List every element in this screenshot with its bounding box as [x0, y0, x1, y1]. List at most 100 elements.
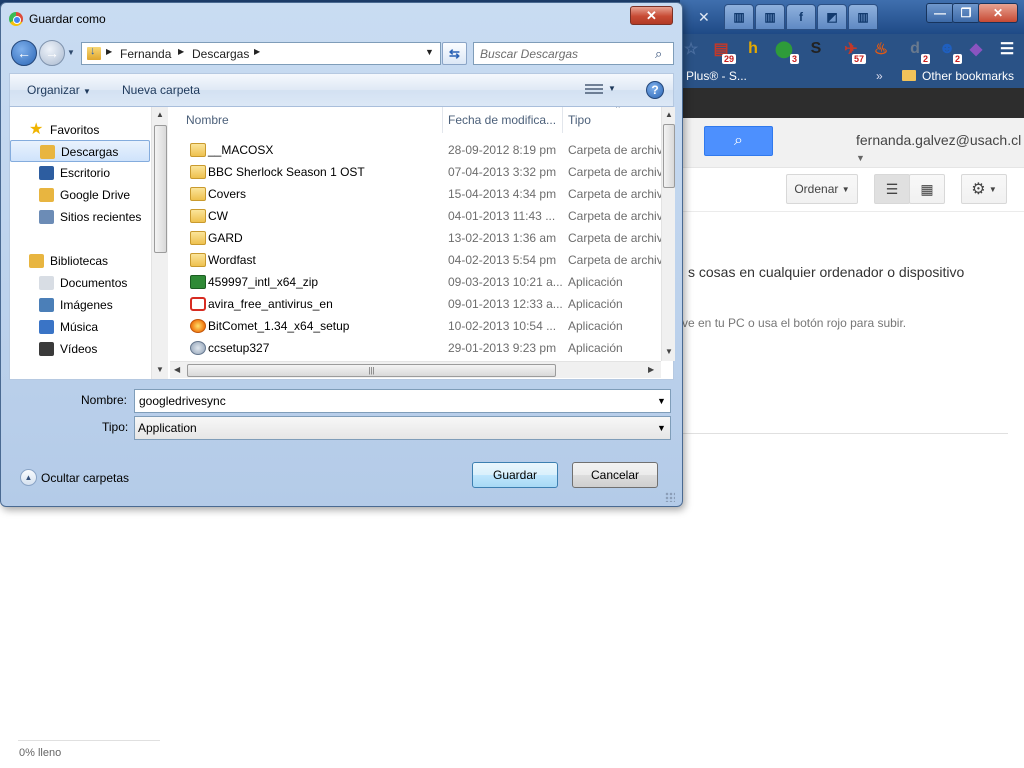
scroll-down-arrow-icon[interactable]: ▼: [665, 347, 673, 356]
search-input[interactable]: [480, 46, 650, 62]
file-row[interactable]: __MACOSX 28-09-2012 8:19 pm Carpeta de arc…: [170, 139, 661, 161]
green-circle-ext-icon[interactable]: ⬤ 3: [773, 38, 799, 64]
scroll-right-arrow-icon[interactable]: ▶: [648, 365, 654, 374]
organize-menu[interactable]: Organizar ▼: [27, 83, 91, 97]
help-icon[interactable]: ?: [646, 81, 664, 99]
file-row[interactable]: avira_free_antivirus_en 09-01-2013 12:33 …: [170, 293, 661, 315]
breadcrumb-separator-icon[interactable]: ▶: [254, 47, 260, 56]
file-list-horizontal-scrollbar[interactable]: ◀ ||| ▶: [170, 361, 661, 378]
image-tab-icon[interactable]: ◩: [817, 4, 847, 30]
navigation-scrollbar[interactable]: ▲ ▼: [151, 107, 168, 379]
diamond-ext-icon[interactable]: ◆: [965, 38, 987, 60]
file-type: Aplicación: [568, 341, 623, 355]
people-ext-icon[interactable]: ☻ 2: [936, 38, 962, 64]
bookmark-tab-icon[interactable]: ▥: [755, 4, 785, 30]
file-row[interactable]: 459997_intl_x64_zip 09-03-2013 10:21 a...…: [170, 271, 661, 293]
list-view-button[interactable]: ☰: [874, 174, 910, 204]
scroll-up-arrow-icon[interactable]: ▲: [665, 110, 673, 119]
drive-search-button[interactable]: ⌕: [704, 126, 773, 156]
breadcrumb-separator-icon[interactable]: ▶: [106, 47, 112, 56]
chevron-up-icon[interactable]: ▲: [20, 469, 37, 486]
file-row[interactable]: ccsetup327 29-01-2013 9:23 pm Aplicación: [170, 337, 661, 359]
bookmark-tab-icon[interactable]: ▥: [848, 4, 878, 30]
bookmark-item[interactable]: Plus® - S...: [686, 69, 747, 83]
scroll-down-arrow-icon[interactable]: ▼: [156, 365, 164, 374]
column-header-name[interactable]: Nombre: [186, 113, 229, 127]
address-dropdown-icon[interactable]: ▼: [425, 47, 434, 57]
nav-item-sitios-recientes[interactable]: Sitios recientes: [10, 206, 150, 228]
file-name-input[interactable]: [139, 394, 639, 408]
s-ext-icon[interactable]: S: [805, 38, 827, 60]
user-email[interactable]: fernanda.galvez@usach.cl ▼: [856, 132, 1024, 164]
chevron-down-icon: ▼: [841, 184, 850, 194]
column-divider[interactable]: [442, 107, 443, 133]
chevron-down-icon[interactable]: ▼: [657, 423, 666, 433]
scroll-thumb[interactable]: [154, 125, 167, 253]
file-list-vertical-scrollbar[interactable]: ▲ ▼: [661, 107, 675, 361]
nav-item-escritorio[interactable]: Escritorio: [10, 162, 150, 184]
nav-item-música[interactable]: Música: [10, 316, 150, 338]
back-button[interactable]: ←: [11, 40, 37, 66]
column-divider[interactable]: [562, 107, 563, 133]
recent-locations-dropdown[interactable]: ▼: [67, 48, 75, 57]
file-row[interactable]: GARD 13-02-2013 1:36 am Carpeta de archivo…: [170, 227, 661, 249]
breadcrumb-item-descargas[interactable]: Descargas: [192, 47, 249, 61]
new-folder-button[interactable]: Nueva carpeta: [122, 83, 200, 97]
nav-item-favoritos[interactable]: ★ Favoritos: [10, 119, 150, 141]
column-header-type[interactable]: Tipo: [568, 113, 591, 127]
nav-item-google-drive[interactable]: Google Drive: [10, 184, 150, 206]
nav-item-bibliotecas[interactable]: Bibliotecas: [10, 250, 150, 272]
fire-ext-icon[interactable]: ♨: [870, 38, 892, 60]
hola-h-icon[interactable]: h: [742, 38, 764, 60]
window-maximize-button[interactable]: ❐: [952, 3, 980, 23]
chevron-down-icon[interactable]: ▼: [608, 84, 616, 93]
dialog-close-button[interactable]: ✕: [630, 6, 673, 25]
calendar-ext-icon[interactable]: ▤ 29: [710, 38, 736, 64]
chevron-down-icon[interactable]: ▼: [657, 396, 666, 406]
settings-button[interactable]: ⚙ ▼: [961, 174, 1007, 204]
scroll-up-arrow-icon[interactable]: ▲: [156, 110, 164, 119]
refresh-button[interactable]: ⇆: [442, 42, 467, 65]
scroll-thumb[interactable]: [663, 124, 675, 188]
address-bar[interactable]: ▶ Fernanda ▶ Descargas ▶ ▼: [81, 42, 441, 65]
breadcrumb-item-fernanda[interactable]: Fernanda: [120, 47, 171, 61]
file-row[interactable]: BBC Sherlock Season 1 OST 07-04-2013 3:32…: [170, 161, 661, 183]
scroll-left-arrow-icon[interactable]: ◀: [174, 365, 180, 374]
resize-grip-icon[interactable]: [665, 492, 675, 502]
nav-item-descargas[interactable]: Descargas: [10, 140, 150, 162]
sort-button[interactable]: Ordenar ▼: [786, 174, 858, 204]
list-view-icon: ☰: [885, 180, 899, 197]
file-type: Aplicación: [568, 297, 623, 311]
column-header-date[interactable]: Fecha de modifica...: [448, 113, 556, 127]
other-bookmarks[interactable]: Other bookmarks: [922, 69, 1014, 83]
window-close-button[interactable]: ✕: [978, 3, 1018, 23]
grid-view-button[interactable]: ▦: [909, 174, 945, 204]
search-field[interactable]: ⌕: [473, 42, 674, 65]
sort-label: Ordenar: [794, 182, 839, 196]
hide-folders-toggle[interactable]: Ocultar carpetas: [41, 471, 129, 485]
menu-icon[interactable]: ☰: [996, 38, 1018, 60]
file-row[interactable]: Wordfast 04-02-2013 5:54 pm Carpeta de arc…: [170, 249, 661, 271]
nav-item-imágenes[interactable]: Imágenes: [10, 294, 150, 316]
forward-button[interactable]: →: [39, 40, 65, 66]
file-row[interactable]: BitComet_1.34_x64_setup 10-02-2013 10:54 …: [170, 315, 661, 337]
d-ext-icon[interactable]: d2: [904, 38, 930, 64]
star-outline-icon[interactable]: ☆: [680, 38, 702, 60]
file-type-select[interactable]: Application ▼: [134, 416, 671, 440]
nav-item-documentos[interactable]: Documentos: [10, 272, 150, 294]
plane-ext-icon[interactable]: ✈ 57: [840, 38, 866, 64]
file-row[interactable]: Covers 15-04-2013 4:34 pm Carpeta de archi…: [170, 183, 661, 205]
scroll-thumb[interactable]: |||: [187, 364, 556, 377]
nav-item-vídeos[interactable]: Vídeos: [10, 338, 150, 360]
facebook-tab-icon[interactable]: f: [786, 4, 816, 30]
view-options-icon[interactable]: [585, 84, 603, 96]
cancel-button[interactable]: Cancelar: [572, 462, 658, 488]
tab-close-icon[interactable]: ✕: [698, 9, 710, 26]
breadcrumb-separator-icon[interactable]: ▶: [178, 47, 184, 56]
file-name-field[interactable]: ▼: [134, 389, 671, 413]
file-row[interactable]: CW 04-01-2013 11:43 ... Carpeta de archivo…: [170, 205, 661, 227]
bookmark-tab-icon[interactable]: ▥: [724, 4, 754, 30]
save-button[interactable]: Guardar: [472, 462, 558, 488]
window-minimize-button[interactable]: —: [926, 3, 954, 23]
bookmarks-overflow-chevron[interactable]: »: [876, 69, 883, 83]
